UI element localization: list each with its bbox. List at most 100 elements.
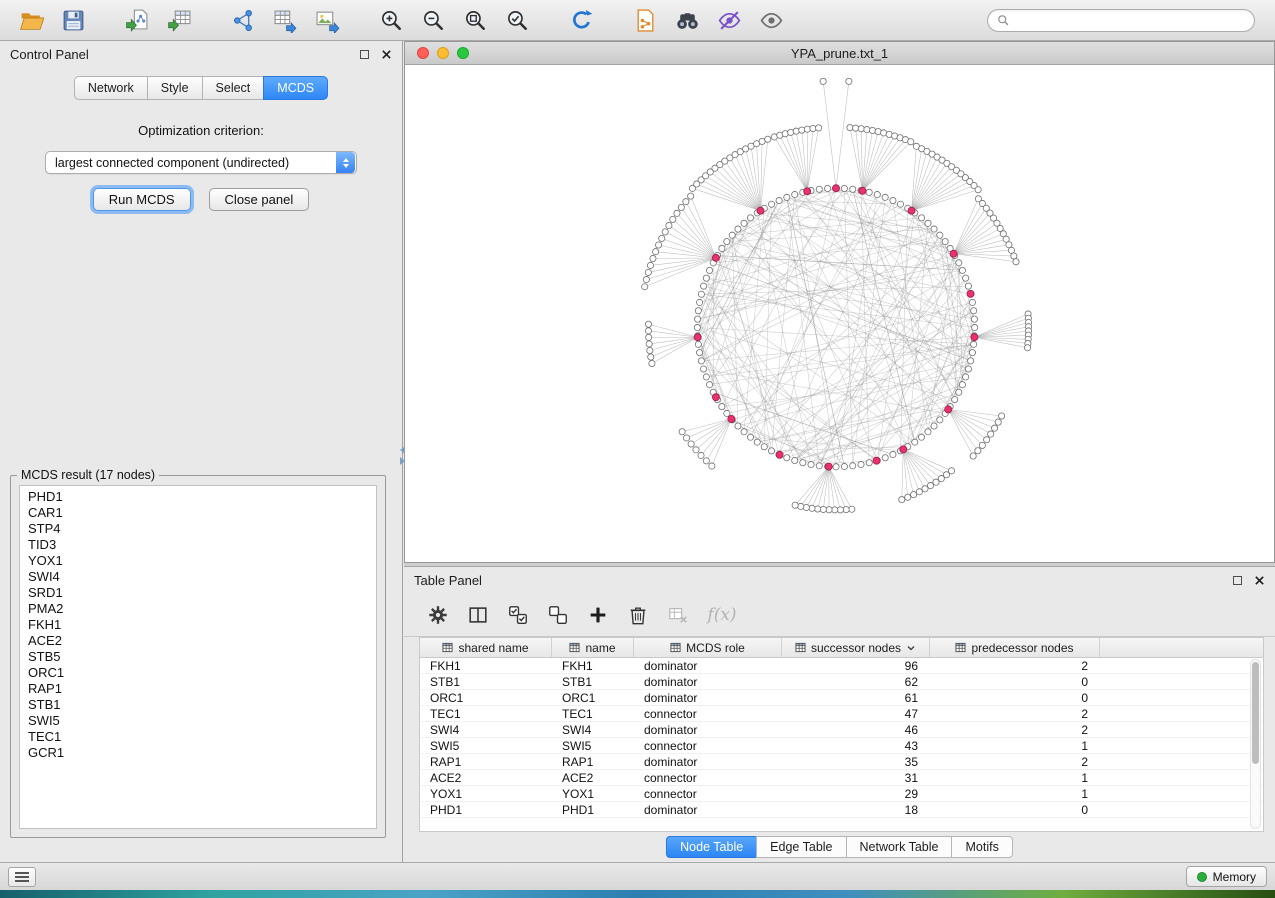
zoom-fit-button[interactable] xyxy=(454,4,496,36)
table-cell: SWI4 xyxy=(420,723,552,737)
new-network-button[interactable] xyxy=(222,4,264,36)
mcds-result-item[interactable]: YOX1 xyxy=(20,553,376,569)
mcds-result-item[interactable]: SWI4 xyxy=(20,569,376,585)
add-column-button[interactable] xyxy=(580,600,616,630)
close-panel-button[interactable]: Close panel xyxy=(209,188,310,211)
network-document-share-button[interactable] xyxy=(624,4,666,36)
mcds-result-item[interactable]: PMA2 xyxy=(20,601,376,617)
task-history-button[interactable] xyxy=(8,867,36,887)
search-input[interactable] xyxy=(1015,13,1245,27)
function-builder-disabled-button[interactable]: f(x) xyxy=(700,600,744,630)
tab-mcds[interactable]: MCDS xyxy=(263,76,328,100)
table-cell: 0 xyxy=(930,803,1100,817)
table-row[interactable]: RAP1RAP1dominator352 xyxy=(420,754,1263,770)
column-header-predecessor-nodes[interactable]: predecessor nodes xyxy=(930,638,1100,657)
show-graphics-details-button[interactable] xyxy=(750,4,792,36)
table-cell: dominator xyxy=(634,659,782,673)
table-row[interactable]: SWI5SWI5connector431 xyxy=(420,738,1263,754)
tab-network-table[interactable]: Network Table xyxy=(846,836,952,858)
mcds-result-item[interactable]: TEC1 xyxy=(20,729,376,745)
deselect-all-checkboxes-button[interactable] xyxy=(540,600,576,630)
zoom-out-icon xyxy=(421,8,446,33)
import-table-file-button[interactable] xyxy=(158,4,200,36)
open-session-button[interactable] xyxy=(10,4,52,36)
maximize-window-icon[interactable] xyxy=(457,47,469,59)
table-cell: 47 xyxy=(782,707,930,721)
table-row[interactable]: ORC1ORC1dominator610 xyxy=(420,690,1263,706)
export-table-button[interactable] xyxy=(264,4,306,36)
save-session-icon xyxy=(61,8,86,33)
table-row[interactable]: ACE2ACE2connector311 xyxy=(420,770,1263,786)
panel-divider-gripper[interactable] xyxy=(398,446,406,470)
column-header-successor-nodes[interactable]: successor nodes xyxy=(782,638,930,657)
memory-button[interactable]: Memory xyxy=(1186,866,1267,887)
table-cell: YOX1 xyxy=(552,787,634,801)
find-binoculars-button[interactable] xyxy=(666,4,708,36)
mcds-result-item[interactable]: PHD1 xyxy=(20,489,376,505)
mcds-result-item[interactable]: STB5 xyxy=(20,649,376,665)
select-all-checkboxes-button[interactable] xyxy=(500,600,536,630)
table-cell: PHD1 xyxy=(552,803,634,817)
table-scrollbar[interactable] xyxy=(1250,659,1261,829)
float-panel-icon[interactable] xyxy=(360,50,369,59)
refresh-view-button[interactable] xyxy=(560,4,602,36)
mcds-result-item[interactable]: RAP1 xyxy=(20,681,376,697)
table-settings-button[interactable] xyxy=(420,600,456,630)
zoom-in-button[interactable] xyxy=(370,4,412,36)
tab-style[interactable]: Style xyxy=(147,76,202,100)
table-grid-icon xyxy=(795,642,806,653)
optimization-dropdown[interactable]: largest connected component (undirected) xyxy=(45,151,357,174)
export-image-button[interactable] xyxy=(306,4,348,36)
mcds-result-item[interactable]: CAR1 xyxy=(20,505,376,521)
close-window-icon[interactable] xyxy=(417,47,429,59)
mcds-result-item[interactable]: SWI5 xyxy=(20,713,376,729)
close-panel-icon[interactable] xyxy=(381,49,392,60)
mcds-buttons: Run MCDS Close panel xyxy=(0,188,402,211)
table-cell: dominator xyxy=(634,803,782,817)
close-table-panel-icon[interactable] xyxy=(1254,575,1265,586)
save-session-button[interactable] xyxy=(52,4,94,36)
zoom-out-button[interactable] xyxy=(412,4,454,36)
mcds-result-item[interactable]: GCR1 xyxy=(20,745,376,761)
table-row[interactable]: STB1STB1dominator620 xyxy=(420,674,1263,690)
tab-select[interactable]: Select xyxy=(202,76,264,100)
mcds-result-item[interactable]: STP4 xyxy=(20,521,376,537)
mcds-result-item[interactable]: ORC1 xyxy=(20,665,376,681)
search-field[interactable] xyxy=(987,9,1255,32)
memory-label: Memory xyxy=(1213,870,1256,884)
run-mcds-button[interactable]: Run MCDS xyxy=(93,188,191,211)
table-cell: connector xyxy=(634,787,782,801)
minimize-window-icon[interactable] xyxy=(437,47,449,59)
delete-column-icon xyxy=(627,604,649,626)
zoom-selected-button[interactable] xyxy=(496,4,538,36)
tab-node-table[interactable]: Node Table xyxy=(666,836,756,858)
table-row[interactable]: YOX1YOX1connector291 xyxy=(420,786,1263,802)
toggle-panel-layout-button[interactable] xyxy=(460,600,496,630)
delete-table-disabled-button[interactable] xyxy=(660,600,696,630)
mcds-result-item[interactable]: TID3 xyxy=(20,537,376,553)
mcds-result-item[interactable]: ACE2 xyxy=(20,633,376,649)
network-canvas[interactable] xyxy=(405,65,1274,562)
mcds-result-item[interactable]: SRD1 xyxy=(20,585,376,601)
scrollbar-thumb[interactable] xyxy=(1252,662,1259,764)
mcds-result-item[interactable]: STB1 xyxy=(20,697,376,713)
tab-network[interactable]: Network xyxy=(74,76,147,100)
table-row[interactable]: FKH1FKH1dominator962 xyxy=(420,658,1263,674)
column-header-name[interactable]: name xyxy=(552,638,634,657)
table-row[interactable]: PHD1PHD1dominator180 xyxy=(420,802,1263,818)
table-row[interactable]: SWI4SWI4dominator462 xyxy=(420,722,1263,738)
delete-column-button[interactable] xyxy=(620,600,656,630)
column-header-shared-name[interactable]: shared name xyxy=(420,638,552,657)
tab-motifs[interactable]: Motifs xyxy=(951,836,1012,858)
mcds-result-item[interactable]: FKH1 xyxy=(20,617,376,633)
table-cell: 61 xyxy=(782,691,930,705)
table-cell: 31 xyxy=(782,771,930,785)
hide-graphics-details-button[interactable] xyxy=(708,4,750,36)
float-table-panel-icon[interactable] xyxy=(1233,576,1242,585)
network-svg[interactable] xyxy=(405,65,1274,562)
import-network-file-button[interactable] xyxy=(116,4,158,36)
tab-edge-table[interactable]: Edge Table xyxy=(756,836,845,858)
column-header-MCDS-role[interactable]: MCDS role xyxy=(634,638,782,657)
table-cell: STB1 xyxy=(420,675,552,689)
table-row[interactable]: TEC1TEC1connector472 xyxy=(420,706,1263,722)
